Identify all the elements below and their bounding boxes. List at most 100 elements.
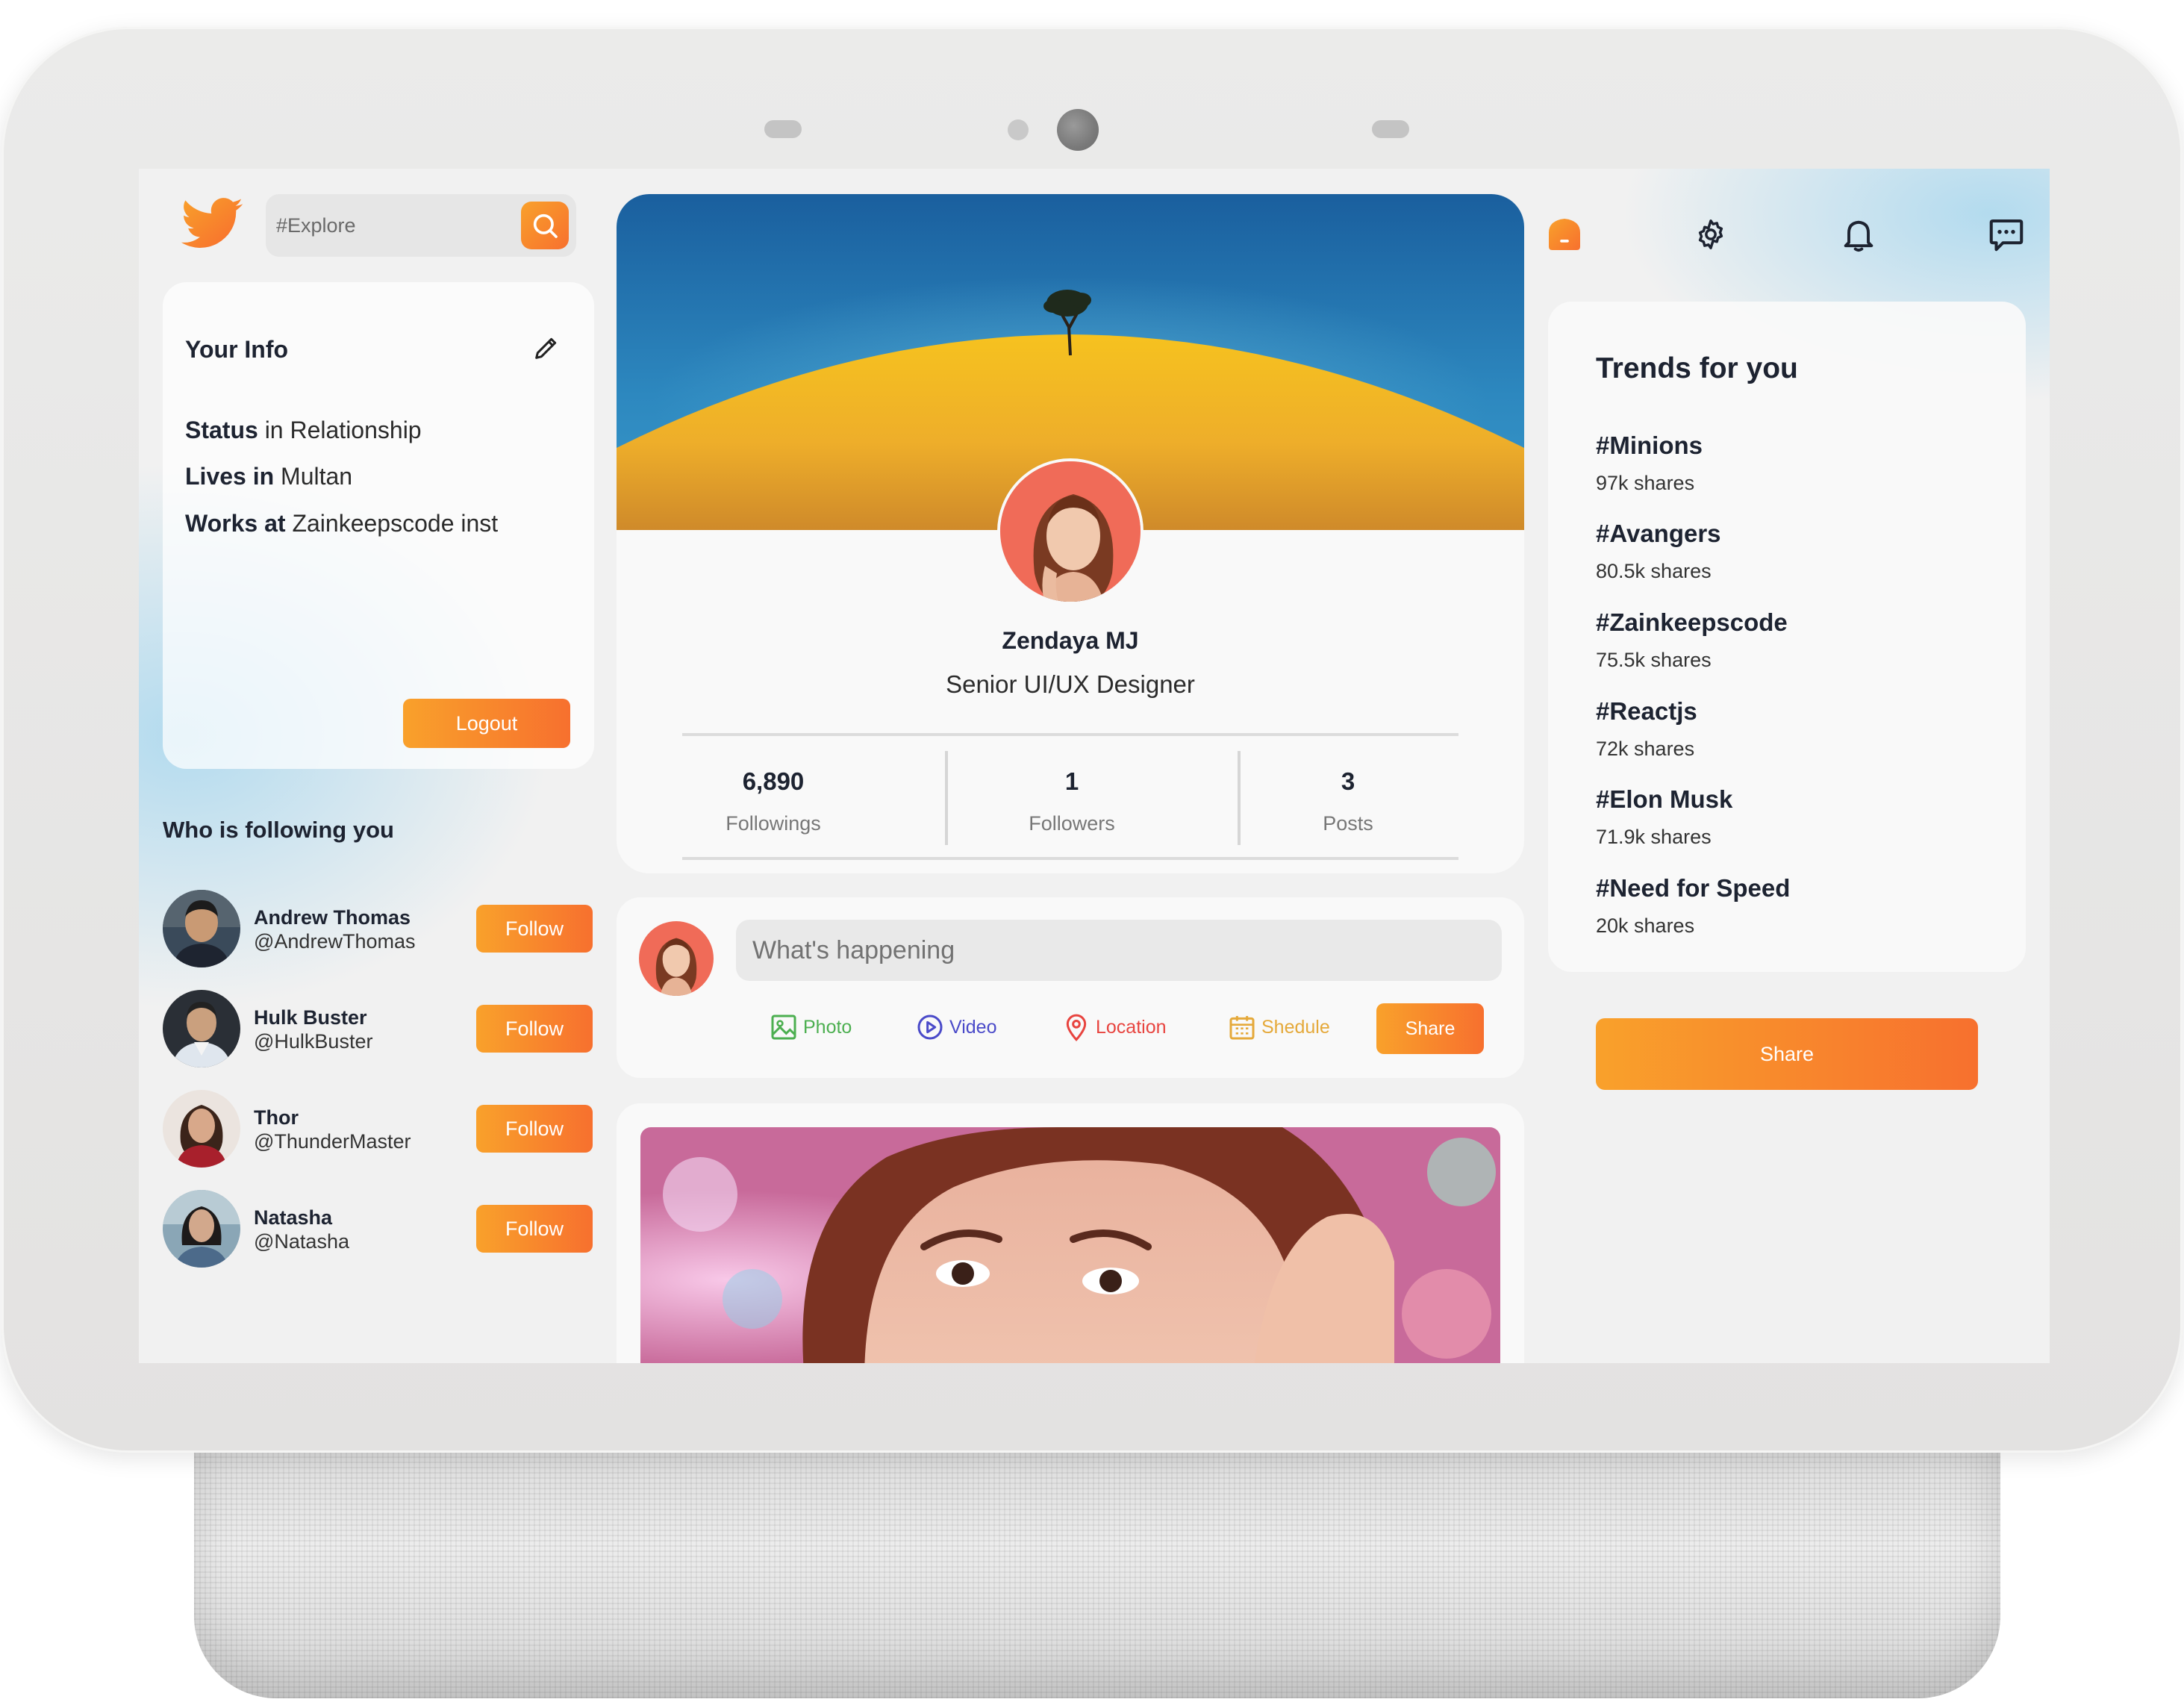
follower-item: Andrew Thomas @AndrewThomas Follow [163, 890, 603, 967]
follower-name: Thor [254, 1106, 299, 1129]
trend-count: 20k shares [1596, 914, 1695, 937]
trend-tag[interactable]: #Minions [1596, 431, 1703, 460]
device-frame: Your Info Status in Relationship Lives i… [1, 27, 2183, 1453]
gear-icon [1698, 219, 1723, 249]
post-composer: Photo Video Location [617, 897, 1524, 1078]
follow-button[interactable]: Follow [476, 1205, 593, 1253]
trend-count: 75.5k shares [1596, 649, 1712, 671]
follow-button[interactable]: Follow [476, 905, 593, 953]
search-button[interactable] [521, 202, 569, 249]
trends-card: Trends for you #Minions 97k shares #Avan… [1548, 302, 2026, 972]
follower-name: Andrew Thomas [254, 906, 411, 929]
post-input[interactable] [736, 920, 1502, 981]
map-pin-icon [1066, 1014, 1087, 1041]
video-label: Video [949, 1016, 997, 1038]
chat-icon [1989, 219, 2024, 252]
stat-followers[interactable]: 1 Followers [982, 767, 1161, 835]
video-option[interactable]: Video [915, 1011, 997, 1044]
location-option[interactable]: Location [1061, 1011, 1167, 1044]
your-info-title: Your Info [185, 336, 289, 363]
image-icon [771, 1014, 796, 1040]
works-info: Works at Zainkeepscode inst [185, 510, 498, 537]
avatar[interactable] [163, 1090, 240, 1168]
profile-avatar[interactable] [997, 458, 1144, 605]
your-info-card: Your Info Status in Relationship Lives i… [163, 282, 594, 769]
photo-option[interactable]: Photo [769, 1011, 852, 1044]
avatar[interactable] [163, 1190, 240, 1268]
trend-tag[interactable]: #Zainkeepscode [1596, 608, 1788, 637]
messages-nav[interactable] [1985, 214, 2027, 255]
status-label: Status [185, 417, 258, 443]
follower-handle: @ThunderMaster [254, 1130, 411, 1153]
bell-icon [1844, 220, 1873, 252]
notifications-nav[interactable] [1838, 214, 1879, 255]
stat-value: 1 [1064, 767, 1079, 795]
sensor-slot-right [1372, 120, 1409, 138]
schedule-label: Shedule [1261, 1016, 1330, 1038]
share-button[interactable]: Share [1596, 1018, 1978, 1090]
trend-tag[interactable]: #Elon Musk [1596, 785, 1732, 814]
profile-card: Zendaya MJ Senior UI/UX Designer 6,890 F… [617, 194, 1524, 873]
stat-divider [945, 751, 948, 845]
stat-divider [1238, 751, 1241, 845]
stat-label: Followings [726, 812, 821, 835]
trend-tag[interactable]: #Reactjs [1596, 697, 1697, 726]
photo-label: Photo [803, 1016, 852, 1038]
speaker-base [194, 1444, 2000, 1698]
location-label: Location [1096, 1016, 1167, 1038]
feed-post [617, 1103, 1524, 1363]
follower-handle: @HulkBuster [254, 1030, 373, 1053]
search-bar [266, 194, 576, 257]
schedule-option[interactable]: Shedule [1227, 1011, 1330, 1044]
trend-tag[interactable]: #Need for Speed [1596, 874, 1790, 903]
settings-nav[interactable] [1690, 214, 1732, 255]
status-value: in Relationship [264, 417, 422, 443]
follower-item: Natasha @Natasha Follow [163, 1190, 603, 1268]
works-value: Zainkeepscode inst [292, 510, 499, 537]
avatar[interactable] [163, 990, 240, 1068]
calendar-icon [1229, 1016, 1255, 1040]
stat-followings[interactable]: 6,890 Followings [684, 767, 863, 835]
light-sensor [1008, 119, 1029, 140]
twitter-logo-icon[interactable] [176, 191, 248, 258]
follower-handle: @Natasha [254, 1230, 349, 1253]
profile-role: Senior UI/UX Designer [946, 670, 1195, 698]
follower-name: Hulk Buster [254, 1006, 367, 1029]
pencil-icon[interactable] [531, 333, 561, 363]
stat-label: Posts [1323, 812, 1373, 835]
works-label: Works at [185, 510, 286, 537]
lives-value: Multan [281, 463, 353, 490]
trend-count: 72k shares [1596, 738, 1695, 760]
home-icon [1549, 219, 1580, 250]
follower-item: Hulk Buster @HulkBuster Follow [163, 990, 603, 1068]
stats-top-divider [682, 733, 1458, 736]
composer-avatar [639, 921, 714, 996]
avatar[interactable] [163, 890, 240, 967]
search-icon [533, 214, 558, 238]
logout-button[interactable]: Logout [403, 699, 570, 748]
share-post-button[interactable]: Share [1376, 1003, 1484, 1054]
home-nav[interactable] [1544, 214, 1585, 255]
follow-button[interactable]: Follow [476, 1005, 593, 1053]
status-info: Status in Relationship [185, 417, 422, 444]
profile-name: Zendaya MJ [1002, 627, 1139, 654]
app-screen: Your Info Status in Relationship Lives i… [139, 169, 2050, 1363]
sensor-slot-left [764, 120, 802, 138]
followers-heading: Who is following you [163, 817, 394, 843]
stat-value: 6,890 [742, 767, 805, 795]
follow-button[interactable]: Follow [476, 1105, 593, 1153]
post-image[interactable] [640, 1127, 1500, 1363]
play-circle-icon [917, 1014, 943, 1040]
follower-name: Natasha [254, 1206, 333, 1229]
stats-bottom-divider [682, 857, 1458, 860]
stat-label: Followers [1029, 812, 1115, 835]
stat-value: 3 [1341, 767, 1355, 795]
trend-count: 97k shares [1596, 472, 1695, 494]
follower-handle: @AndrewThomas [254, 930, 416, 953]
trends-title: Trends for you [1596, 352, 1798, 384]
trend-tag[interactable]: #Avangers [1596, 520, 1721, 548]
search-input[interactable] [276, 194, 515, 257]
trend-count: 80.5k shares [1596, 560, 1712, 582]
stat-posts[interactable]: 3 Posts [1258, 767, 1438, 835]
camera-lens [1057, 109, 1099, 151]
